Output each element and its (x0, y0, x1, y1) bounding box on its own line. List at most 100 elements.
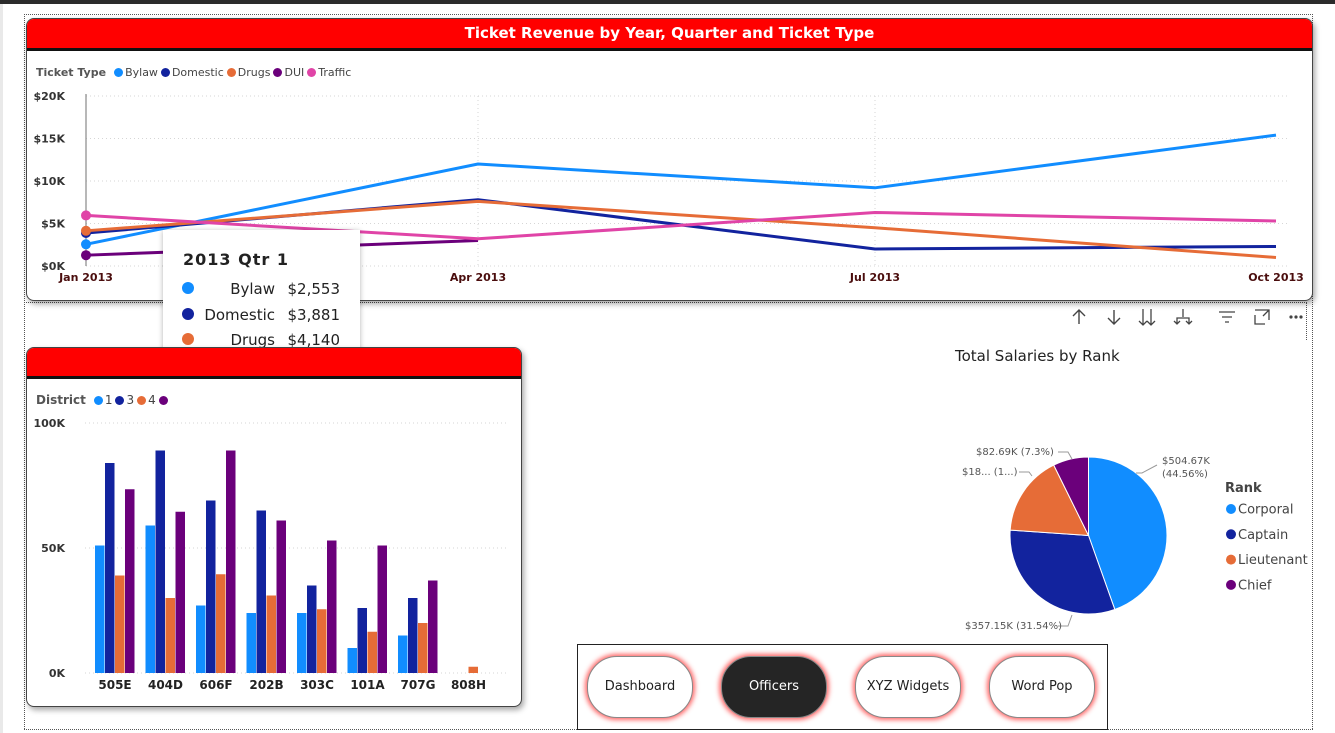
nav-button-word-pop[interactable]: Word Pop (989, 656, 1095, 718)
bar-707G-series-3[interactable] (428, 580, 438, 674)
x-category-label: 606F (199, 678, 232, 692)
pie-legend-title: Rank (1225, 481, 1262, 496)
bar-101A-series-0[interactable] (347, 648, 358, 673)
pie-label-percent: (44.56%) (1162, 469, 1208, 480)
pie-data-label: $18... (1...) (962, 467, 1018, 478)
tooltip-marker (182, 282, 194, 294)
y-tick-label: 50K (41, 542, 65, 555)
y-tick-label: 100K (34, 417, 66, 430)
x-tick-label: Jan 2013 (58, 271, 113, 284)
y-tick-label: $5K (41, 218, 65, 231)
bar-606F-series-2[interactable] (216, 574, 226, 673)
bar-505E-series-3[interactable] (125, 489, 135, 673)
y-tick-label: $15K (34, 133, 66, 146)
arrow-up-icon[interactable] (1066, 305, 1092, 329)
tooltip-marker (182, 333, 194, 345)
canvas-border-top (24, 14, 1313, 15)
expand-hierarchy-icon[interactable] (1170, 305, 1196, 329)
arrow-down-icon[interactable] (1101, 305, 1127, 329)
pie-leader-line (1058, 451, 1073, 460)
nav-button-dashboard[interactable]: Dashboard (587, 656, 693, 718)
pie-legend-item-captain[interactable]: Captain (1238, 528, 1288, 543)
bar-505E-series-2[interactable] (115, 575, 125, 674)
tooltip-series-value: $3,881 (287, 305, 341, 324)
pie-data-label: $504.67K (44.56%) (1162, 456, 1210, 480)
bar-404D-series-2[interactable] (165, 598, 176, 673)
more-options-icon[interactable] (1283, 305, 1309, 329)
bar-303C-series-1[interactable] (307, 585, 317, 674)
x-tick-label: Oct 2013 (1248, 271, 1304, 284)
tooltip-row: Bylaw $2,553 (163, 278, 360, 300)
x-tick-label: Jul 2013 (849, 271, 900, 284)
bar-202B-series-3[interactable] (276, 520, 287, 674)
bar-202B-series-1[interactable] (256, 510, 267, 674)
navigation-panel: Dashboard Officers XYZ Widgets Word Pop (577, 644, 1108, 730)
pie-label-value: $504.67K (1162, 456, 1210, 467)
bar-404D-series-1[interactable] (155, 450, 166, 674)
bar-404D-series-3[interactable] (175, 511, 186, 673)
pie-legend-marker (1226, 504, 1236, 514)
visual-header-toolbar (1066, 305, 1306, 329)
bar-chart[interactable]: 0K 50K 100K 505E 404D 606F 202B 303C 101A 707G 808… (27, 348, 521, 706)
pie-data-label: $82.69K (7.3%) (976, 447, 1054, 458)
y-tick-label: 0K (49, 667, 66, 680)
pie-data-label: $357.15K (31.54%) (965, 621, 1062, 632)
y-tick-label: $10K (34, 175, 66, 188)
bar-707G-series-1[interactable] (408, 598, 418, 673)
pie-legend-item-corporal[interactable]: Corporal (1238, 503, 1294, 518)
x-category-label: 404D (148, 678, 183, 692)
nav-button-xyz-widgets[interactable]: XYZ Widgets (855, 656, 961, 718)
pie-legend-marker (1226, 554, 1236, 565)
bar-101A-series-2[interactable] (367, 631, 378, 673)
bar-202B-series-2[interactable] (266, 595, 277, 674)
tooltip-series-value: $2,553 (287, 280, 341, 298)
bar-606F-series-0[interactable] (196, 605, 206, 674)
x-category-label: 101A (350, 678, 385, 692)
focus-mode-icon[interactable] (1249, 305, 1275, 329)
bar-404D-series-0[interactable] (145, 525, 156, 674)
x-category-label: 303C (300, 678, 334, 692)
series-line-bylaw[interactable] (85, 133, 1277, 246)
x-category-label: 707G (401, 678, 436, 692)
double-arrow-down-icon[interactable] (1134, 305, 1160, 329)
x-category-label: 202B (249, 678, 283, 692)
bar-chart-card[interactable]: District 1 3 4 0K 50K 100K 505E 404D 606F 202B 303… (26, 347, 522, 707)
pie-chart-title: Total Salaries by Rank (955, 347, 1120, 365)
data-point-dui[interactable] (81, 250, 91, 261)
pie-legend-item-lieutenant[interactable]: Lieutenant (1238, 553, 1308, 568)
nav-button-officers[interactable]: Officers (721, 656, 827, 718)
tooltip-marker (182, 307, 194, 320)
bar-606F-series-1[interactable] (206, 500, 216, 674)
bar-707G-series-2[interactable] (418, 623, 428, 673)
tooltip-title: 2013 Qtr 1 (183, 250, 289, 269)
bar-101A-series-3[interactable] (377, 545, 388, 674)
x-category-label: 505E (98, 678, 131, 692)
pie-leader-line (1136, 464, 1158, 474)
bar-505E-series-0[interactable] (95, 545, 105, 674)
bar-202B-series-0[interactable] (246, 613, 257, 673)
bar-505E-series-1[interactable] (105, 463, 115, 673)
bar-303C-series-2[interactable] (317, 609, 327, 673)
filter-icon[interactable] (1214, 305, 1240, 329)
bar-303C-series-3[interactable] (327, 540, 337, 674)
y-tick-label: $20K (34, 90, 66, 103)
pie-legend-marker (1226, 529, 1236, 540)
tooltip-series-name: Bylaw (230, 280, 275, 298)
bar-808H-series-2[interactable] (468, 666, 479, 673)
x-tick-label: Apr 2013 (450, 271, 506, 284)
pie-legend-item-chief[interactable]: Chief (1238, 578, 1272, 593)
x-category-label: 808H (451, 678, 486, 692)
pie-legend-marker (1226, 579, 1236, 590)
bar-303C-series-0[interactable] (297, 613, 307, 673)
bar-101A-series-1[interactable] (357, 608, 368, 673)
data-point-traffic[interactable] (81, 210, 91, 221)
pie-chart[interactable]: $504.67K (44.56%) $82.69K (7.3%) $18... (1.… (950, 380, 1310, 670)
bar-606F-series-3[interactable] (226, 450, 236, 674)
pie-leader-line (1019, 471, 1033, 477)
data-point-bylaw[interactable] (81, 239, 91, 250)
bar-707G-series-0[interactable] (398, 635, 408, 674)
window-top-bar (0, 0, 1335, 4)
canvas-left-gutter (0, 4, 3, 733)
tooltip-row: Domestic $3,881 (163, 304, 360, 326)
data-point-drugs[interactable] (81, 225, 91, 236)
